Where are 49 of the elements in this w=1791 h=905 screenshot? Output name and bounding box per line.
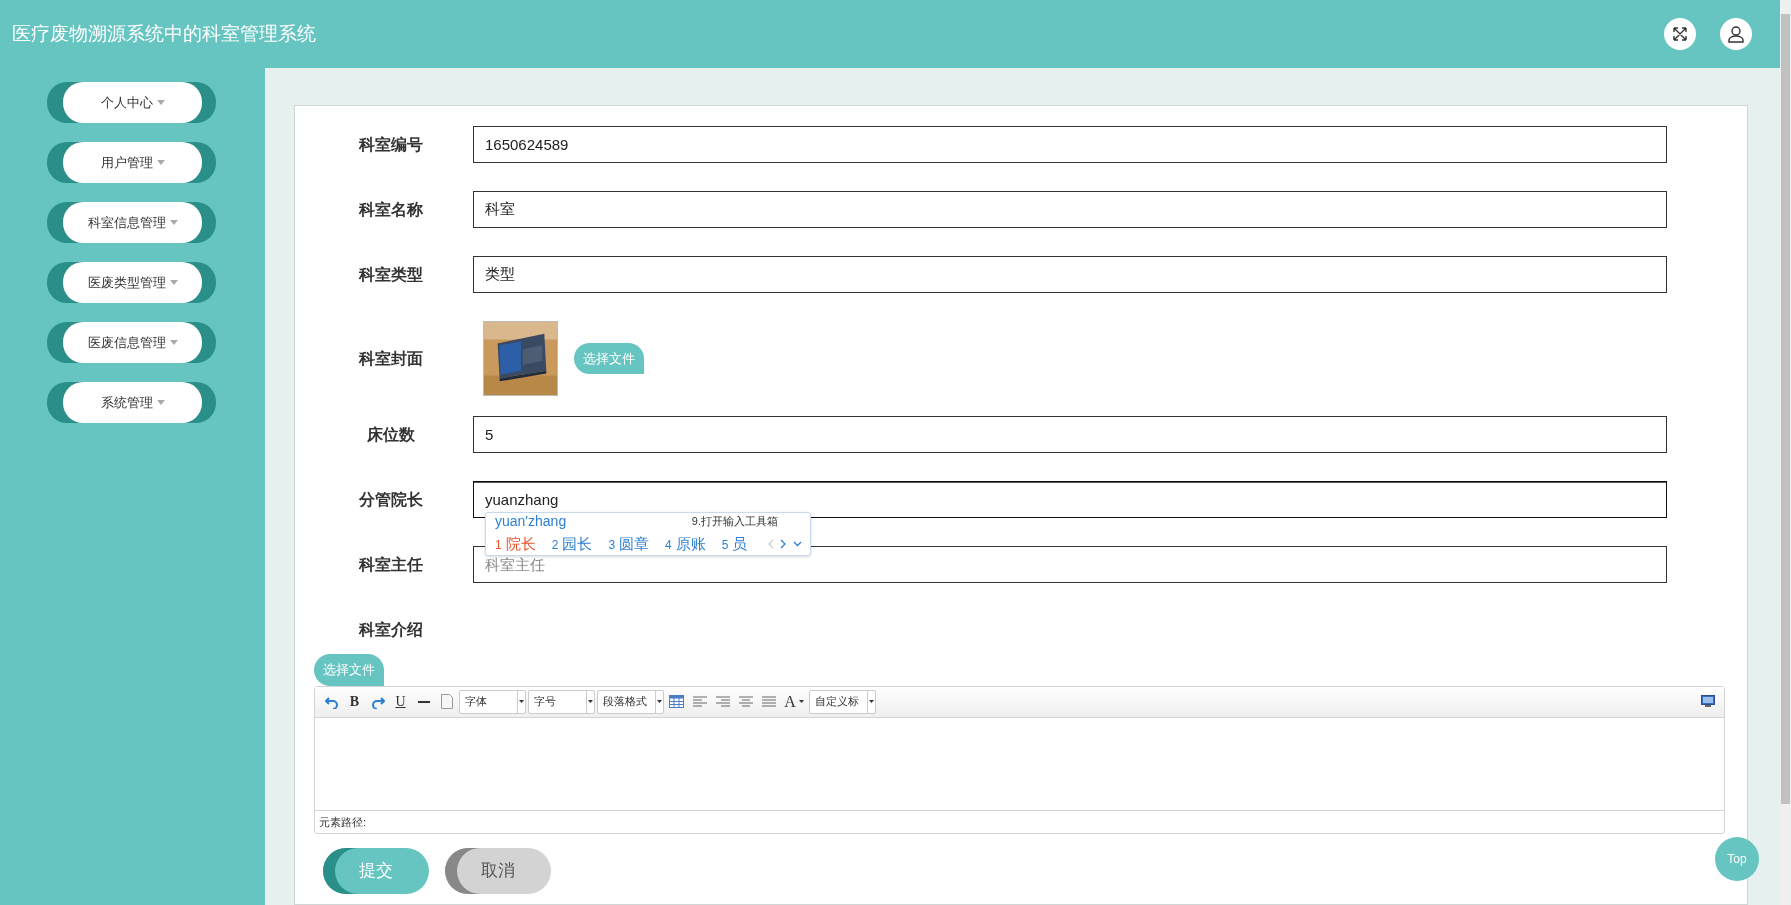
caret-icon	[657, 700, 662, 703]
input-field[interactable]: 1650624589	[473, 126, 1667, 163]
caret-icon	[156, 400, 165, 405]
format-dropdown[interactable]: 字体	[459, 689, 526, 714]
cancel-button[interactable]: 取消	[445, 847, 551, 894]
expand-icon	[1672, 26, 1688, 42]
format-dropdown[interactable]: 字号	[528, 689, 595, 714]
user-button[interactable]	[1720, 18, 1752, 50]
caret-icon	[156, 160, 165, 165]
redo-icon	[370, 694, 385, 709]
input-field[interactable]: 类型	[473, 256, 1667, 293]
fullscreen-icon	[1700, 695, 1715, 708]
scrollbar[interactable]	[1780, 0, 1791, 905]
field-label: 科室主任	[358, 554, 424, 575]
align-left-icon	[692, 695, 707, 708]
field-label: 科室类型	[358, 264, 424, 285]
fullscreen-button[interactable]	[1664, 18, 1696, 50]
field-label: 科室编号	[358, 134, 424, 155]
undo-icon	[324, 694, 339, 709]
page-icon	[440, 694, 453, 709]
field-label: 科室介绍	[358, 619, 424, 640]
element-path-label: 元素路径:	[315, 809, 1724, 833]
field-label: 科室封面	[358, 348, 424, 369]
table-icon	[669, 695, 684, 708]
input-field[interactable]: 科室	[473, 191, 1667, 228]
horizontal-rule-icon	[417, 700, 430, 703]
underline-button[interactable]: U	[390, 691, 411, 712]
align-center-icon	[738, 695, 753, 708]
user-icon	[1727, 25, 1745, 43]
justify-icon	[761, 695, 776, 708]
field-label: 科室名称	[358, 199, 424, 220]
bold-button[interactable]: B	[344, 691, 365, 712]
caret-icon	[169, 220, 178, 225]
caret-icon	[169, 340, 178, 345]
caret-icon	[869, 700, 874, 703]
field-label: 分管院长	[358, 489, 424, 510]
format-dropdown[interactable]: 段落格式	[597, 689, 664, 714]
caret-icon	[169, 280, 178, 285]
caret-icon	[798, 700, 804, 703]
caret-icon	[519, 700, 524, 703]
align-right-icon	[715, 695, 730, 708]
caret-icon	[588, 700, 593, 703]
caret-icon	[156, 100, 165, 105]
font-color-button[interactable]: A	[781, 691, 807, 712]
field-label: 床位数	[366, 424, 416, 445]
app-title: 医疗废物溯源系统中的科室管理系统	[12, 21, 316, 46]
format-dropdown[interactable]: 自定义标	[809, 689, 876, 714]
input-field[interactable]: 5	[473, 416, 1667, 453]
scrollbar-thumb[interactable]	[1781, 14, 1790, 804]
